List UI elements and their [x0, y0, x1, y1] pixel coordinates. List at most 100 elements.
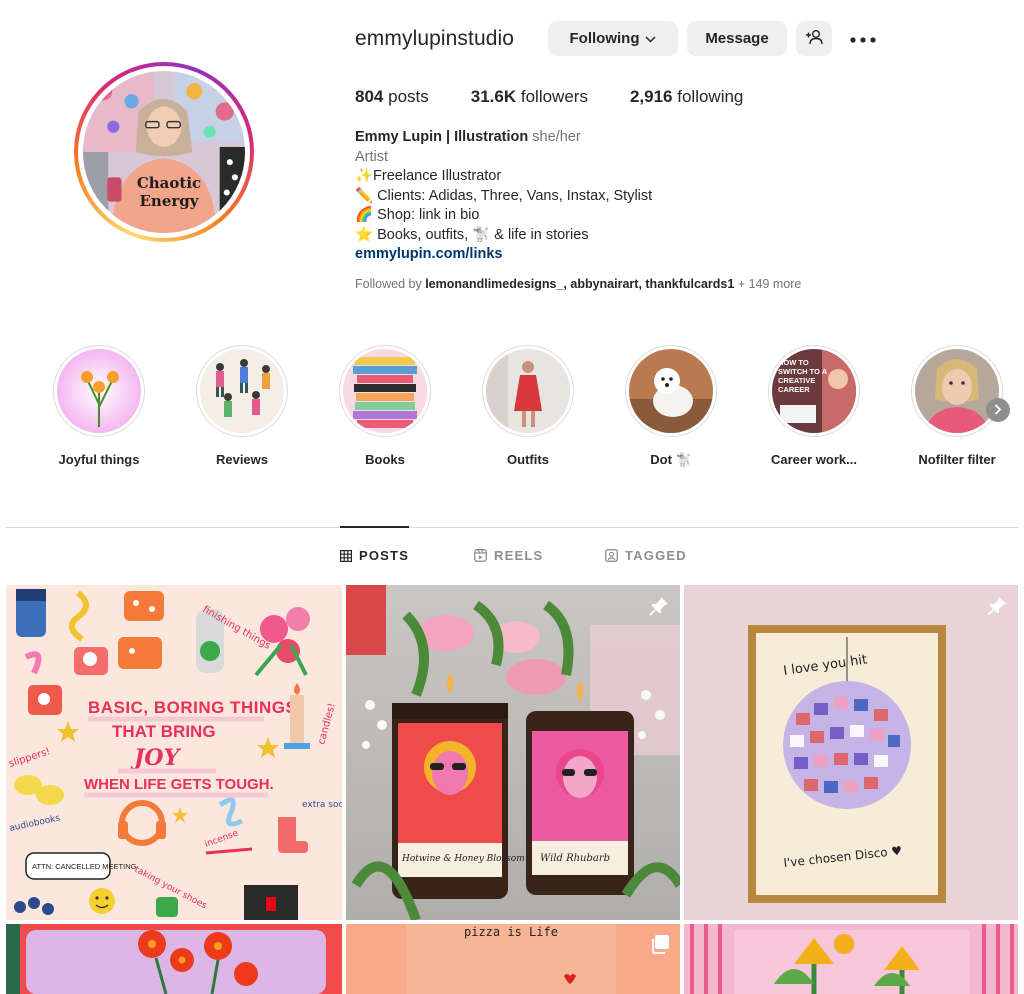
- post-tile[interactable]: [684, 924, 1018, 994]
- highlight-career-text-line: CAREER: [778, 385, 810, 394]
- chevron-right-icon: [994, 402, 1002, 418]
- highlight-cover: [629, 349, 713, 433]
- highlight-label: Outfits: [507, 452, 549, 467]
- bio-pronouns: she/her: [532, 129, 581, 145]
- post5-text: pizza is Life: [464, 925, 558, 939]
- post-tile[interactable]: BASIC, BORING THINGS THAT BRING JOY WHEN…: [6, 585, 342, 920]
- post1-note-socks: extra socks: [302, 800, 342, 810]
- highlight-label: Books: [365, 452, 405, 467]
- post2-candle-label-2: Wild Rhubarb: [540, 853, 610, 864]
- posts-count: 804: [355, 87, 384, 106]
- posts-label: posts: [388, 87, 429, 106]
- tabs-divider: [6, 527, 1018, 528]
- suggest-users-button[interactable]: [796, 21, 832, 56]
- highlight-cover: [343, 349, 427, 433]
- highlight-career-text-line: HOW TO: [778, 358, 809, 367]
- bio-name: Emmy Lupin | Illustration: [355, 129, 529, 145]
- bio-line-1: ✨Freelance Illustrator: [355, 168, 502, 184]
- followers-count: 31.6K: [470, 87, 517, 106]
- highlight-career-text-line: CREATIVE: [778, 376, 815, 385]
- highlight-dot[interactable]: Dot 🐩: [623, 345, 719, 468]
- tagged-icon: [605, 549, 618, 562]
- chevron-down-icon: [645, 30, 657, 47]
- followed-by-names: lemonandlimedesigns_, abbynairart, thank…: [425, 277, 735, 291]
- post-tile[interactable]: [6, 924, 342, 994]
- more-options-button[interactable]: [848, 27, 878, 51]
- bio-category: Artist: [355, 148, 389, 165]
- followed-by[interactable]: Followed by lemonandlimedesigns_, abbyna…: [355, 277, 801, 291]
- highlight-ring: [911, 345, 1003, 437]
- post1-line-3: JOY: [130, 745, 182, 771]
- followed-by-suffix: + 149 more: [737, 277, 802, 291]
- avatar-shirt-text: Chaotic Energy: [137, 174, 201, 210]
- bio-name-line: Emmy Lupin | Illustration she/her: [355, 128, 652, 148]
- highlight-label: Career work...: [771, 452, 857, 467]
- post1-line-2: THAT BRING: [112, 722, 216, 741]
- post-image: [684, 924, 1018, 994]
- highlight-label: Dot 🐩: [650, 452, 692, 467]
- highlight-cover: [486, 349, 570, 433]
- tab-posts[interactable]: POSTS: [340, 548, 409, 563]
- highlight-cover: [915, 349, 999, 433]
- highlight-ring: HOW TO SWITCH TO A CREATIVE CAREER: [768, 345, 860, 437]
- following-label: following: [677, 87, 744, 106]
- followers-stat[interactable]: 31.6K followers: [471, 87, 588, 107]
- shirt-text-chaotic: Chaotic: [137, 174, 201, 192]
- bio-line-3: 🌈 Shop: link in bio: [355, 207, 480, 223]
- carousel-icon: [650, 934, 670, 954]
- following-count: 2,916: [629, 87, 673, 106]
- highlight-ring: [625, 345, 717, 437]
- highlight-joyful-things[interactable]: Joyful things: [51, 345, 147, 467]
- highlight-outfits[interactable]: Outfits: [480, 345, 576, 467]
- highlight-cover: [200, 349, 284, 433]
- highlight-label: Nofilter filter: [918, 452, 996, 467]
- active-tab-indicator: [340, 526, 409, 528]
- add-user-icon: [805, 29, 823, 49]
- bio-line-2: ✏️ Clients: Adidas, Three, Vans, Instax,…: [355, 187, 653, 204]
- post1-note-cancelled: ATTN: CANCELLED MEETING: [32, 862, 137, 871]
- highlight-reviews[interactable]: Reviews: [194, 345, 290, 467]
- pinned-icon: [648, 595, 670, 617]
- tab-tagged[interactable]: TAGGED: [605, 548, 687, 563]
- highlight-cover: HOW TO SWITCH TO A CREATIVE CAREER: [772, 349, 856, 433]
- post-image: Hotwine & Honey Blossom Wild Rhubarb: [346, 585, 680, 920]
- following-stat[interactable]: 2,916 following: [630, 87, 743, 107]
- message-button[interactable]: Message: [687, 21, 787, 56]
- bio-link[interactable]: emmylupin.com/links: [355, 245, 652, 265]
- profile-stats: 804 posts 31.6K followers 2,916 followin…: [355, 87, 785, 107]
- post-image: BASIC, BORING THINGS THAT BRING JOY WHEN…: [6, 585, 342, 920]
- tab-posts-label: POSTS: [359, 548, 410, 563]
- post-image: I love you hit I've chosen Disco ♥: [684, 585, 1018, 920]
- tab-tagged-label: TAGGED: [625, 548, 687, 563]
- shirt-text-energy: Energy: [140, 192, 200, 210]
- highlights-next-button[interactable]: [986, 398, 1010, 422]
- post1-line-1: BASIC, BORING THINGS: [88, 698, 297, 717]
- highlight-ring: [196, 345, 288, 437]
- highlight-ring: [53, 345, 145, 437]
- highlight-ring: [482, 345, 574, 437]
- followers-label: followers: [520, 87, 588, 106]
- tab-reels[interactable]: REELS: [474, 548, 543, 563]
- bio-line-4: ⭐ Books, outfits, 🐩 & life in stories: [355, 226, 589, 243]
- post-tile[interactable]: Hotwine & Honey Blossom Wild Rhubarb: [346, 585, 680, 920]
- highlight-label: Joyful things: [58, 452, 140, 467]
- pinned-icon: [986, 595, 1008, 617]
- followed-by-prefix: Followed by: [355, 277, 422, 291]
- tab-reels-label: REELS: [494, 548, 544, 563]
- following-button[interactable]: Following: [548, 21, 678, 56]
- following-button-label: Following: [569, 30, 640, 47]
- post-image: pizza is Life: [346, 924, 680, 994]
- highlight-books[interactable]: Books: [337, 345, 433, 467]
- highlight-cover: [57, 349, 141, 433]
- highlight-career-work[interactable]: HOW TO SWITCH TO A CREATIVE CAREER Career w…: [766, 345, 862, 467]
- profile-bio: Emmy Lupin | Illustration she/her Artist…: [355, 128, 652, 265]
- message-button-label: Message: [705, 30, 769, 47]
- post-image: [6, 924, 342, 994]
- grid-icon: [340, 549, 352, 562]
- post2-candle-label-1: Hotwine & Honey Blossom: [401, 854, 525, 864]
- post-tile[interactable]: I love you hit I've chosen Disco ♥: [684, 585, 1018, 920]
- more-horizontal-icon: [850, 30, 876, 48]
- post-tile[interactable]: pizza is Life: [346, 924, 680, 994]
- post1-line-4: WHEN LIFE GETS TOUGH.: [84, 776, 274, 793]
- reels-icon: [474, 549, 487, 562]
